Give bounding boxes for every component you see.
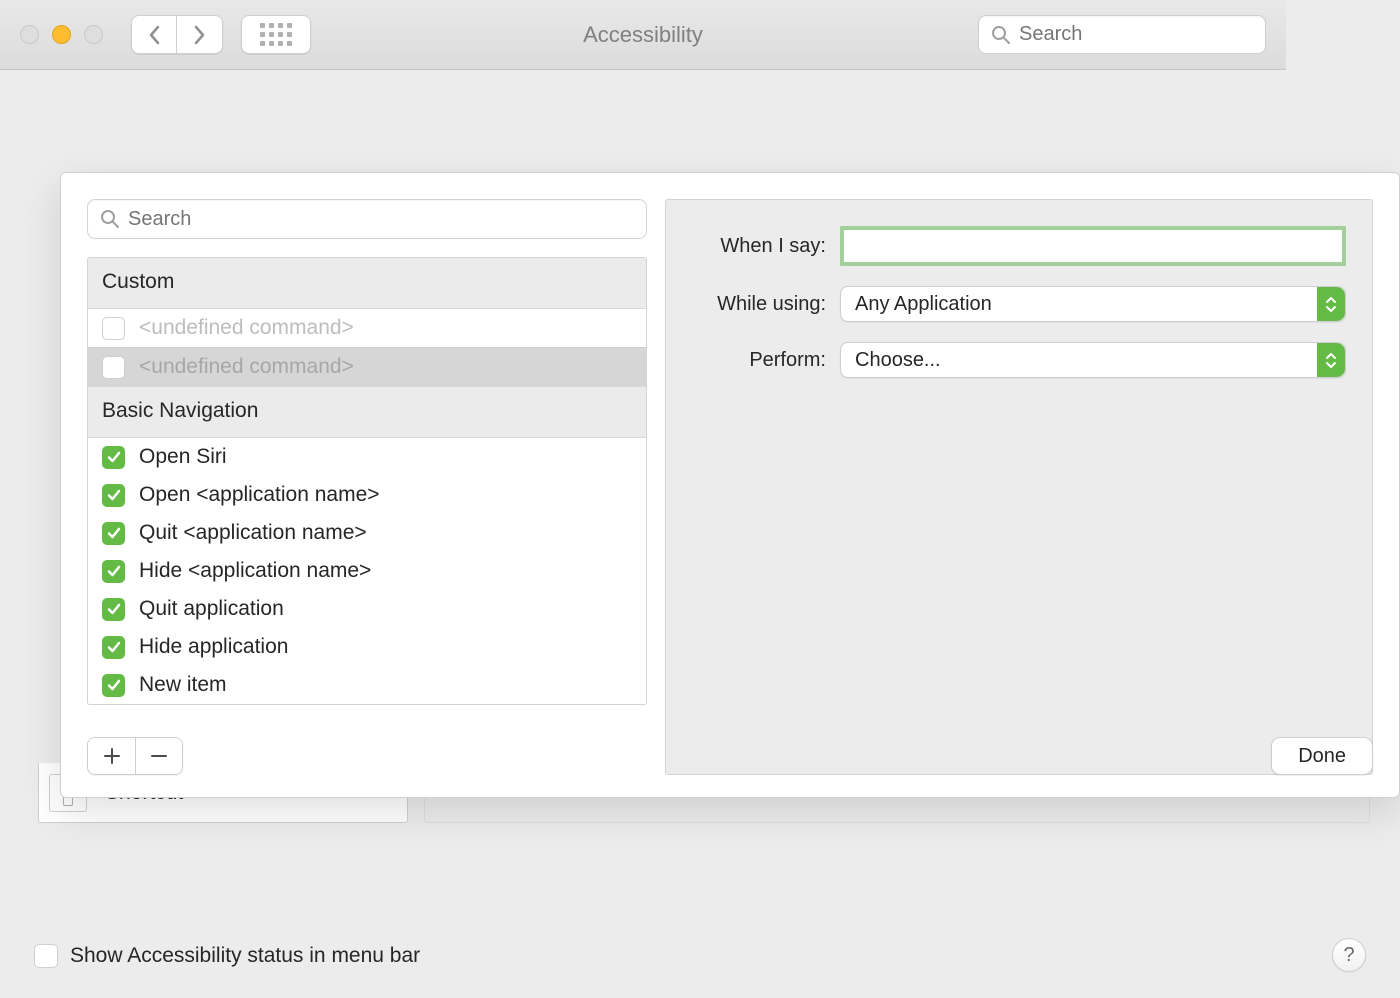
list-item[interactable]: New item — [88, 666, 646, 704]
list-item-label: <undefined command> — [139, 355, 354, 379]
show-all-button[interactable] — [241, 15, 311, 54]
check-icon — [106, 487, 122, 503]
footer-checkbox[interactable] — [34, 944, 58, 968]
commands-sheet: Custom <undefined command> <undefined co… — [60, 172, 1400, 798]
chevron-down-icon — [1325, 361, 1337, 369]
chevron-up-icon — [1325, 296, 1337, 304]
sheet-search-input[interactable] — [128, 208, 634, 231]
list-item-label: Hide <application name> — [139, 559, 371, 583]
form-row-while: While using: Any Application — [692, 286, 1346, 322]
perform-value: Choose... — [855, 349, 941, 372]
window-minimize-button[interactable] — [52, 25, 71, 44]
search-icon — [100, 209, 120, 229]
check-icon — [106, 525, 122, 541]
sheet-search[interactable] — [87, 199, 647, 239]
grid-icon — [260, 23, 292, 46]
list-item[interactable]: <undefined command> — [88, 309, 646, 347]
form-row-when: When I say: — [692, 226, 1346, 266]
list-item[interactable]: Quit <application name> — [88, 514, 646, 552]
list-item[interactable]: Quit application — [88, 590, 646, 628]
forward-button[interactable] — [177, 15, 223, 54]
while-using-select[interactable]: Any Application — [840, 286, 1346, 322]
check-icon — [106, 639, 122, 655]
add-remove-group — [87, 737, 183, 775]
check-icon — [106, 563, 122, 579]
list-item[interactable]: Hide application — [88, 628, 646, 666]
checkbox[interactable] — [102, 484, 125, 507]
check-icon — [106, 449, 122, 465]
form-label-perform: Perform: — [692, 349, 826, 372]
checkbox[interactable] — [102, 356, 125, 379]
form-row-perform: Perform: Choose... — [692, 342, 1346, 378]
plus-icon — [103, 747, 121, 765]
add-button[interactable] — [88, 738, 135, 774]
select-stepper — [1317, 287, 1345, 321]
checkbox[interactable] — [102, 522, 125, 545]
list-item-label: Open <application name> — [139, 483, 380, 507]
list-item-label: Hide application — [139, 635, 288, 659]
section-header-custom: Custom — [88, 258, 646, 309]
list-item-label: Quit application — [139, 597, 284, 621]
check-icon — [106, 601, 122, 617]
window-zoom-button[interactable] — [84, 25, 103, 44]
list-item[interactable]: Open Siri — [88, 438, 646, 476]
back-button[interactable] — [131, 15, 177, 54]
checkbox[interactable] — [102, 317, 125, 340]
toolbar-search[interactable] — [978, 15, 1266, 54]
chevron-up-icon — [1325, 352, 1337, 360]
chevron-left-icon — [147, 24, 161, 46]
checkbox[interactable] — [102, 560, 125, 583]
minus-icon — [150, 747, 168, 765]
while-using-value: Any Application — [855, 293, 992, 316]
command-list: Custom <undefined command> <undefined co… — [87, 257, 647, 705]
toolbar-search-input[interactable] — [1019, 23, 1253, 46]
traffic-lights — [20, 25, 103, 44]
list-item-label: New item — [139, 673, 227, 697]
chevron-right-icon — [193, 24, 207, 46]
checkbox[interactable] — [102, 446, 125, 469]
list-item-label: <undefined command> — [139, 316, 354, 340]
list-item[interactable]: <undefined command> — [88, 347, 646, 386]
footer-checkbox-row[interactable]: Show Accessibility status in menu bar — [34, 944, 420, 968]
sheet-right-column: When I say: While using: Any Application… — [665, 199, 1373, 775]
checkbox[interactable] — [102, 674, 125, 697]
checkbox[interactable] — [102, 636, 125, 659]
list-item-label: Open Siri — [139, 445, 227, 469]
done-button[interactable]: Done — [1271, 737, 1373, 775]
check-icon — [106, 677, 122, 693]
when-i-say-input[interactable] — [840, 226, 1346, 266]
select-stepper — [1317, 343, 1345, 377]
checkbox[interactable] — [102, 598, 125, 621]
list-item[interactable]: Hide <application name> — [88, 552, 646, 590]
section-header-basic-navigation: Basic Navigation — [88, 386, 646, 438]
help-button[interactable]: ? — [1332, 938, 1366, 972]
perform-select[interactable]: Choose... — [840, 342, 1346, 378]
list-item-label: Quit <application name> — [139, 521, 367, 545]
titlebar: Accessibility — [0, 0, 1286, 70]
window-close-button[interactable] — [20, 25, 39, 44]
sheet-left-column: Custom <undefined command> <undefined co… — [87, 199, 647, 775]
footer-checkbox-label: Show Accessibility status in menu bar — [70, 944, 420, 968]
search-icon — [991, 25, 1011, 45]
remove-button[interactable] — [135, 738, 182, 774]
list-item[interactable]: Open <application name> — [88, 476, 646, 514]
form-label-when: When I say: — [692, 235, 826, 258]
nav-button-group — [131, 15, 223, 54]
chevron-down-icon — [1325, 305, 1337, 313]
form-label-while: While using: — [692, 293, 826, 316]
